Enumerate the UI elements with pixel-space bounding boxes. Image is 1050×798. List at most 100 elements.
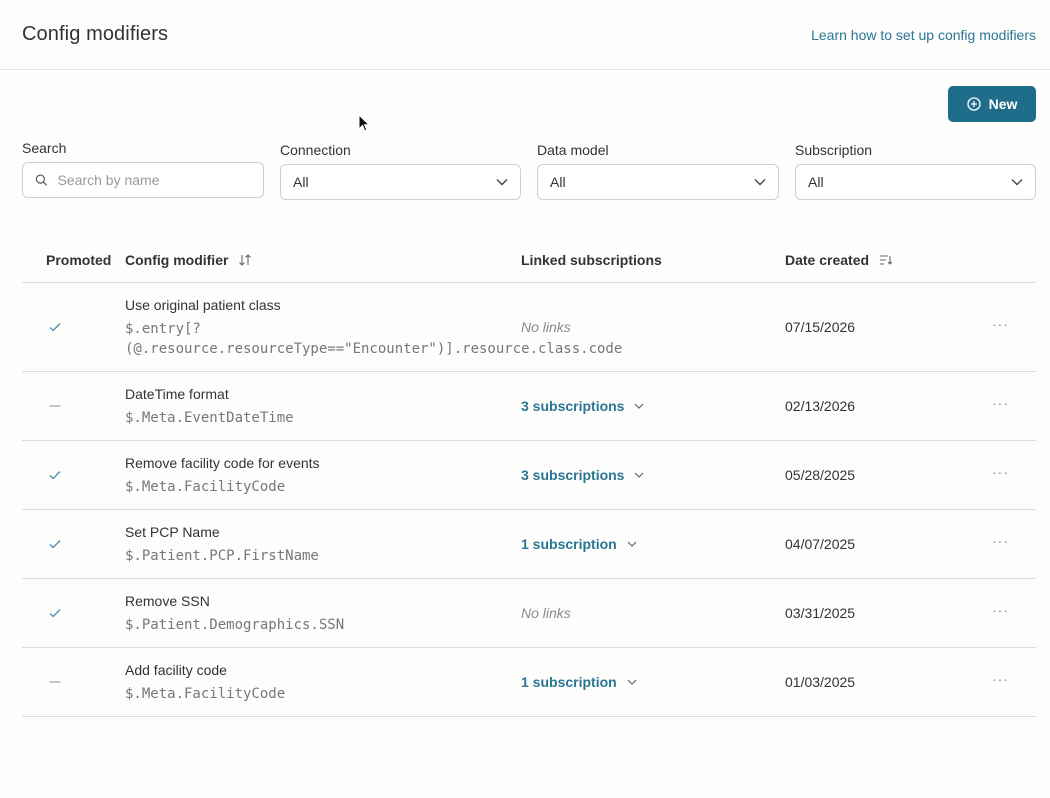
modifier-path-line: $.Meta.EventDateTime [125, 410, 294, 426]
more-icon[interactable]: ··· [992, 316, 1009, 332]
connection-label: Connection [280, 142, 351, 158]
linked-subscriptions-label: 1 subscription [521, 535, 617, 552]
modifier-path-line: $.Patient.PCP.FirstName [125, 548, 319, 564]
more-icon[interactable]: ··· [992, 464, 1009, 480]
promoted-indicator [48, 320, 62, 338]
linked-subscriptions-toggle[interactable]: 1 subscription [521, 674, 637, 690]
modifier-name: Set PCP Name [125, 524, 220, 540]
help-link[interactable]: Learn how to set up config modifiers [811, 27, 1036, 43]
linked-subscriptions: 1 subscription [521, 536, 637, 552]
linked-subscriptions: 3 subscriptions [521, 467, 644, 483]
data-model-filter: Data model All [537, 142, 779, 200]
date-created: 05/28/2025 [785, 466, 856, 483]
chevron-down-icon [627, 541, 637, 547]
mouse-cursor-icon [358, 114, 370, 132]
modifier-name: Add facility code [125, 662, 227, 678]
table-row[interactable]: Remove facility code for events $.Meta.F… [22, 441, 1036, 510]
more-icon[interactable]: ··· [992, 602, 1009, 618]
table-row[interactable]: Use original patient class $.entry[? (@.… [22, 283, 1036, 372]
table-body: Use original patient class $.entry[? (@.… [22, 283, 1036, 717]
table-row[interactable]: Remove SSN $.Patient.Demographics.SSN No… [22, 579, 1036, 648]
modifier-path: $.Patient.Demographics.SSN [125, 615, 555, 635]
check-icon [49, 608, 61, 617]
connection-select[interactable]: All [280, 164, 521, 200]
dash-icon [49, 680, 61, 683]
modifier-path: $.entry[? (@.resource.resourceType=="Enc… [125, 319, 623, 359]
search-icon [35, 174, 48, 186]
linked-subscriptions-toggle[interactable]: 3 subscriptions [521, 467, 644, 483]
chevron-down-icon [635, 472, 644, 478]
date-created: 02/13/2026 [785, 397, 856, 414]
more-icon[interactable]: ··· [992, 671, 1009, 687]
no-links-label: No links [521, 604, 571, 621]
modifier-path-line: $.Meta.FacilityCode [125, 686, 286, 702]
modifier-path: $.Meta.EventDateTime [125, 408, 555, 428]
subscription-filter: Subscription All [795, 142, 1036, 200]
table-row[interactable]: Set PCP Name $.Patient.PCP.FirstName 1 s… [22, 510, 1036, 579]
column-date-label: Date created [785, 252, 870, 268]
no-links-label: No links [521, 318, 571, 335]
more-icon[interactable]: ··· [992, 395, 1009, 411]
column-promoted: Promoted [46, 252, 111, 268]
check-icon [49, 322, 61, 331]
promoted-indicator [48, 468, 62, 486]
check-icon [49, 470, 61, 479]
date-created: 04/07/2025 [785, 535, 856, 552]
chevron-down-icon [754, 179, 766, 186]
modifier-path: $.Meta.FacilityCode [125, 477, 555, 497]
new-button[interactable]: New [948, 86, 1036, 122]
more-icon[interactable]: ··· [992, 533, 1009, 549]
linked-subscriptions-toggle[interactable]: 1 subscription [521, 536, 637, 552]
connection-value: All [293, 174, 309, 190]
column-linked-label: Linked subscriptions [521, 252, 662, 268]
modifier-path-line: $.Patient.Demographics.SSN [125, 617, 345, 633]
subscription-select[interactable]: All [795, 164, 1036, 200]
table-row[interactable]: DateTime format $.Meta.EventDateTime 3 s… [22, 372, 1036, 441]
search-input[interactable] [57, 172, 251, 188]
modifier-path: $.Meta.FacilityCode [125, 684, 555, 704]
promoted-indicator [48, 399, 62, 417]
connection-filter: Connection All [280, 142, 521, 200]
chevron-down-icon [635, 403, 644, 409]
subscription-label: Subscription [795, 142, 873, 158]
modifier-path-line: $.Meta.FacilityCode [125, 479, 286, 495]
column-linked-subscriptions: Linked subscriptions [521, 252, 662, 268]
linked-subscriptions: 3 subscriptions [521, 398, 644, 414]
data-model-value: All [550, 174, 566, 190]
page-header: Config modifiers Learn how to set up con… [0, 0, 1050, 70]
linked-subscriptions-label: 3 subscriptions [521, 397, 625, 414]
promoted-indicator [48, 675, 62, 693]
dash-icon [49, 404, 61, 407]
data-model-select[interactable]: All [537, 164, 779, 200]
column-promoted-label: Promoted [46, 252, 112, 268]
sort-icon[interactable] [238, 254, 252, 266]
chevron-down-icon [1011, 179, 1023, 186]
modifier-path-line: (@.resource.resourceType=="Encounter")].… [125, 341, 623, 357]
sort-desc-icon[interactable] [879, 254, 893, 266]
linked-subscriptions: No links [521, 319, 571, 335]
subscription-value: All [808, 174, 824, 190]
data-model-label: Data model [537, 142, 609, 158]
search-label: Search [22, 140, 67, 156]
date-created: 01/03/2025 [785, 673, 856, 690]
modifier-name: Remove SSN [125, 593, 210, 609]
column-date-created[interactable]: Date created [785, 252, 893, 268]
plus-circle-icon [966, 97, 981, 111]
linked-subscriptions-toggle[interactable]: 3 subscriptions [521, 398, 644, 414]
modifier-name: DateTime format [125, 386, 229, 402]
page-title: Config modifiers [22, 23, 169, 45]
modifier-name: Remove facility code for events [125, 455, 320, 471]
linked-subscriptions-label: 1 subscription [521, 673, 617, 690]
promoted-indicator [48, 537, 62, 555]
column-config-modifier-label: Config modifier [125, 252, 229, 268]
new-button-label: New [988, 96, 1018, 112]
config-modifiers-table: Promoted Config modifier Linked subscrip… [22, 236, 1036, 717]
date-created: 03/31/2025 [785, 604, 856, 621]
linked-subscriptions-label: 3 subscriptions [521, 466, 625, 483]
table-header: Promoted Config modifier Linked subscrip… [22, 236, 1036, 283]
search-field [22, 162, 264, 198]
table-row[interactable]: Add facility code $.Meta.FacilityCode 1 … [22, 648, 1036, 717]
column-config-modifier[interactable]: Config modifier [125, 252, 252, 268]
modifier-path-line: $.entry[? [125, 321, 201, 337]
search-filter: Search [22, 140, 264, 198]
